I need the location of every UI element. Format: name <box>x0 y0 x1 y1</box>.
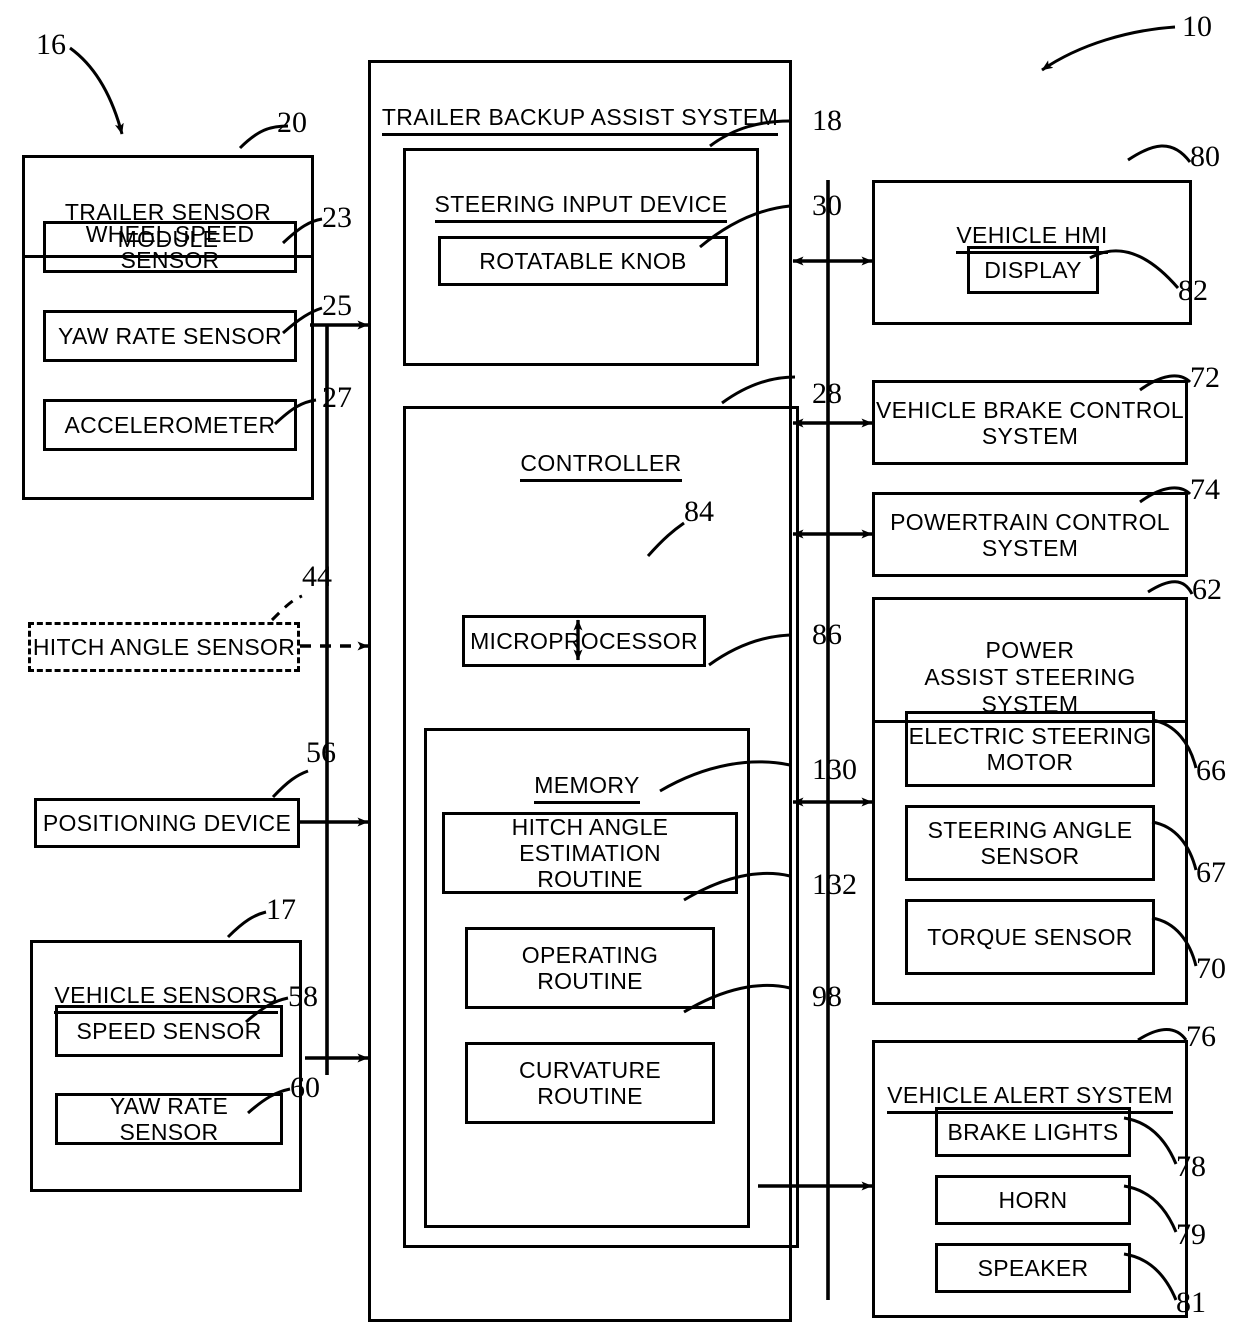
power-assist-steering-system-title: POWER ASSIST STEERING SYSTEM <box>875 610 1185 723</box>
ref-76: 76 <box>1186 1020 1216 1053</box>
ref-27: 27 <box>322 381 352 414</box>
torque-sensor-label: TORQUE SENSOR <box>927 924 1133 950</box>
positioning-device[interactable]: POSITIONING DEVICE <box>34 798 300 848</box>
ref-18: 18 <box>812 104 842 137</box>
positioning-device-label: POSITIONING DEVICE <box>42 810 292 836</box>
ref-system-10: 10 <box>1182 10 1212 43</box>
vehicle-hmi[interactable]: VEHICLE HMI DISPLAY <box>872 180 1192 325</box>
microprocessor-label: MICROPROCESSOR <box>470 628 698 654</box>
wheel-speed-sensor-label: WHEEL SPEED SENSOR <box>85 221 255 273</box>
operating-routine[interactable]: OPERATING ROUTINE <box>465 927 715 1009</box>
ref-98: 98 <box>812 980 842 1013</box>
steering-input-device[interactable]: STEERING INPUT DEVICE ROTATABLE KNOB <box>403 148 759 366</box>
hitch-angle-sensor-label: HITCH ANGLE SENSOR <box>32 634 296 660</box>
ref-67: 67 <box>1196 856 1226 889</box>
accelerometer-label: ACCELEROMETER <box>64 412 276 438</box>
ref-62: 62 <box>1192 573 1222 606</box>
ref-70: 70 <box>1196 952 1226 985</box>
ref-72: 72 <box>1190 361 1220 394</box>
vehicle-yaw-rate-sensor-label: YAW RATE SENSOR <box>109 1093 229 1145</box>
vehicle-brake-control-system[interactable]: VEHICLE BRAKE CONTROL SYSTEM <box>872 380 1188 465</box>
hitch-angle-sensor[interactable]: HITCH ANGLE SENSOR <box>28 622 300 672</box>
vehicle-alert-system[interactable]: VEHICLE ALERT SYSTEM BRAKE LIGHTS HORN S… <box>872 1040 1188 1318</box>
ref-20: 20 <box>277 106 307 139</box>
hitch-angle-estimation-routine[interactable]: HITCH ANGLE ESTIMATION ROUTINE <box>442 812 738 894</box>
trailer-backup-assist-system-title: TRAILER BACKUP ASSIST SYSTEM <box>371 77 789 136</box>
ref-28: 28 <box>812 377 842 410</box>
steering-input-device-title: STEERING INPUT DEVICE <box>406 164 756 223</box>
wheel-speed-sensor[interactable]: WHEEL SPEED SENSOR <box>43 221 297 273</box>
ref-74: 74 <box>1190 473 1220 506</box>
controller-title: CONTROLLER <box>406 423 796 482</box>
ref-80: 80 <box>1190 140 1220 173</box>
vehicle-yaw-rate-sensor[interactable]: YAW RATE SENSOR <box>55 1093 283 1145</box>
hitch-angle-estimation-routine-label: HITCH ANGLE ESTIMATION ROUTINE <box>511 814 669 892</box>
brake-lights-label: BRAKE LIGHTS <box>947 1119 1119 1145</box>
memory-title: MEMORY <box>427 745 747 804</box>
horn-label: HORN <box>998 1187 1068 1213</box>
microprocessor[interactable]: MICROPROCESSOR <box>462 615 706 667</box>
curvature-routine[interactable]: CURVATURE ROUTINE <box>465 1042 715 1124</box>
powertrain-control-system[interactable]: POWERTRAIN CONTROL SYSTEM <box>872 492 1188 577</box>
display[interactable]: DISPLAY <box>967 246 1099 294</box>
vehicle-sensors[interactable]: VEHICLE SENSORS SPEED SENSOR YAW RATE SE… <box>30 940 302 1192</box>
steering-angle-sensor-label: STEERING ANGLE SENSOR <box>927 817 1133 869</box>
ref-130: 130 <box>812 753 857 786</box>
electric-steering-motor-label: ELECTRIC STEERING MOTOR <box>908 723 1152 775</box>
ref-left-group-16: 16 <box>36 28 66 61</box>
ref-56: 56 <box>306 736 336 769</box>
ref-17: 17 <box>266 893 296 926</box>
ref-25: 25 <box>322 289 352 322</box>
speaker[interactable]: SPEAKER <box>935 1243 1131 1293</box>
ref-23: 23 <box>322 201 352 234</box>
ref-44: 44 <box>302 560 332 593</box>
ref-30: 30 <box>812 189 842 222</box>
trailer-backup-assist-system[interactable]: TRAILER BACKUP ASSIST SYSTEM STEERING IN… <box>368 60 799 1322</box>
display-label: DISPLAY <box>984 257 1082 283</box>
steering-angle-sensor[interactable]: STEERING ANGLE SENSOR <box>905 805 1155 881</box>
speed-sensor[interactable]: SPEED SENSOR <box>55 1005 283 1057</box>
trailer-yaw-rate-sensor-label: YAW RATE SENSOR <box>58 323 282 349</box>
speed-sensor-label: SPEED SENSOR <box>76 1018 262 1044</box>
ref-66: 66 <box>1196 754 1226 787</box>
torque-sensor[interactable]: TORQUE SENSOR <box>905 899 1155 975</box>
ref-86: 86 <box>812 618 842 651</box>
speaker-label: SPEAKER <box>977 1255 1089 1281</box>
accelerometer[interactable]: ACCELEROMETER <box>43 399 297 451</box>
brake-lights[interactable]: BRAKE LIGHTS <box>935 1107 1131 1157</box>
horn[interactable]: HORN <box>935 1175 1131 1225</box>
electric-steering-motor[interactable]: ELECTRIC STEERING MOTOR <box>905 711 1155 787</box>
trailer-sensor-module[interactable]: TRAILER SENSOR MODULE WHEEL SPEED SENSOR… <box>22 155 314 500</box>
trailer-yaw-rate-sensor[interactable]: YAW RATE SENSOR <box>43 310 297 362</box>
rotatable-knob[interactable]: ROTATABLE KNOB <box>438 236 728 286</box>
ref-132: 132 <box>812 868 857 901</box>
controller[interactable]: CONTROLLER MICROPROCESSOR MEMORY HITCH A… <box>403 406 799 1248</box>
memory[interactable]: MEMORY HITCH ANGLE ESTIMATION ROUTINE OP… <box>424 728 750 1228</box>
vehicle-alert-system-title: VEHICLE ALERT SYSTEM <box>875 1055 1185 1114</box>
patent-figure-canvas: 10 16 20 23 25 27 44 56 17 58 60 18 30 2… <box>0 0 1240 1339</box>
operating-routine-label: OPERATING ROUTINE <box>521 942 659 994</box>
vehicle-brake-control-system-label: VEHICLE BRAKE CONTROL SYSTEM <box>876 396 1184 449</box>
power-assist-steering-system[interactable]: POWER ASSIST STEERING SYSTEM ELECTRIC ST… <box>872 597 1188 1005</box>
rotatable-knob-label: ROTATABLE KNOB <box>479 248 687 274</box>
powertrain-control-system-label: POWERTRAIN CONTROL SYSTEM <box>890 508 1170 561</box>
curvature-routine-label: CURVATURE ROUTINE <box>519 1057 661 1109</box>
